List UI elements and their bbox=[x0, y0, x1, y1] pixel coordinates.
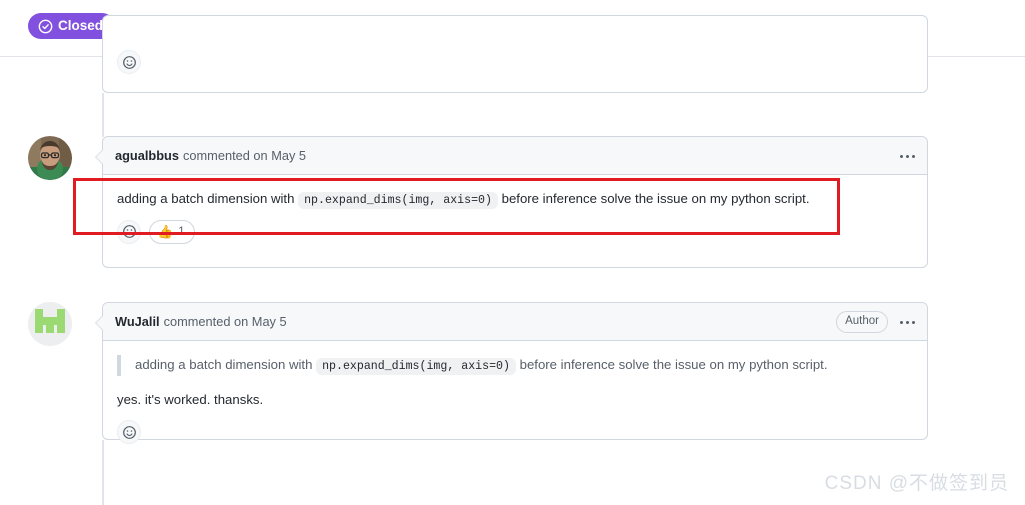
comment-author-link[interactable]: WuJalil bbox=[115, 314, 160, 329]
avatar-agualbbus[interactable] bbox=[28, 136, 72, 180]
kebab-menu-icon[interactable] bbox=[898, 151, 917, 162]
comment-header-actions bbox=[898, 137, 917, 175]
comment-text: adding a batch dimension with np.expand_… bbox=[117, 189, 913, 210]
comment-timestamp: commented on May 5 bbox=[163, 314, 287, 329]
author-badge: Author bbox=[836, 311, 888, 333]
timeline-rail-1 bbox=[102, 93, 104, 137]
comment-author-link[interactable]: agualbbus bbox=[115, 148, 179, 163]
status-badge-label: Closed bbox=[58, 18, 104, 34]
comment-body: adding a batch dimension with np.expand_… bbox=[103, 341, 927, 456]
bubble-arrow-fill bbox=[96, 315, 104, 331]
csdn-watermark: CSDN @不做签到员 bbox=[824, 473, 1009, 494]
quote-text: adding a batch dimension with np.expand_… bbox=[135, 355, 913, 376]
thumbsup-icon: 👍 bbox=[157, 224, 174, 240]
comment-partial-body bbox=[103, 16, 927, 86]
comment-text: yes. it's worked. thansks. bbox=[117, 391, 264, 407]
comment-text-after: before inference solve the issue on my p… bbox=[501, 191, 810, 206]
timeline-area: agualbbus commented on May 5 adding a ba… bbox=[0, 15, 1025, 505]
reaction-count: 1 bbox=[178, 225, 185, 238]
comment-header: agualbbus commented on May 5 bbox=[95, 137, 927, 175]
kebab-menu-icon[interactable] bbox=[898, 317, 917, 328]
comment-timestamp: commented on May 5 bbox=[183, 148, 307, 163]
reaction-row bbox=[117, 410, 913, 456]
comment-partial-top bbox=[102, 15, 928, 93]
smiley-plus-icon[interactable] bbox=[117, 420, 141, 445]
smiley-plus-icon[interactable] bbox=[117, 219, 141, 244]
check-circle-icon bbox=[38, 19, 53, 34]
avatar-wujalil[interactable] bbox=[28, 302, 72, 346]
inline-code: np.expand_dims(img, axis=0) bbox=[298, 192, 498, 209]
comment-wujalil: WuJalil commented on May 5 Author adding… bbox=[95, 302, 928, 445]
quoted-text: adding a batch dimension with np.expand_… bbox=[117, 355, 913, 376]
comment-header: WuJalil commented on May 5 Author bbox=[95, 303, 927, 341]
comment-text-before: adding a batch dimension with bbox=[117, 191, 295, 206]
comment-header-actions: Author bbox=[836, 303, 917, 341]
reaction-thumbsup-button[interactable]: 👍 1 bbox=[149, 219, 195, 244]
comment-agualbbus: agualbbus commented on May 5 adding a ba… bbox=[95, 136, 928, 268]
inline-code: np.expand_dims(img, axis=0) bbox=[316, 358, 516, 375]
reaction-row bbox=[117, 16, 913, 86]
quote-text-before: adding a batch dimension with bbox=[135, 357, 313, 372]
comment-body: adding a batch dimension with np.expand_… bbox=[103, 175, 927, 256]
smiley-plus-icon[interactable] bbox=[117, 50, 141, 74]
reaction-row: 👍 1 bbox=[117, 210, 913, 256]
bubble-arrow-fill bbox=[96, 149, 104, 165]
issue-page: Closed The input[0] need 4dims input, bu… bbox=[0, 0, 1025, 505]
quote-text-after: before inference solve the issue on my p… bbox=[519, 357, 828, 372]
